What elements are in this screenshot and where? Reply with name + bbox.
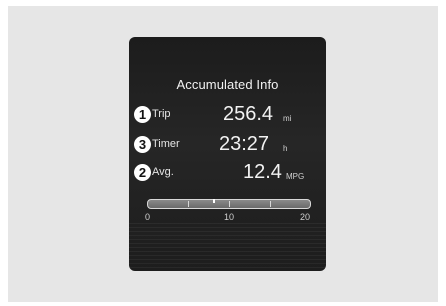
trip-label: Trip bbox=[152, 108, 171, 120]
timer-value: 23:27 bbox=[219, 133, 270, 155]
callout-badge-1: 1 bbox=[134, 106, 151, 123]
timer-unit: h bbox=[283, 144, 288, 153]
gauge-tick bbox=[229, 201, 230, 207]
screen-reflection bbox=[129, 223, 326, 271]
trip-value: 256.4 bbox=[223, 103, 274, 125]
callout-badge-3: 3 bbox=[134, 136, 151, 153]
gauge-needle bbox=[213, 199, 215, 203]
gauge-scale-mid: 10 bbox=[224, 212, 235, 222]
gauge-scale-max: 20 bbox=[300, 212, 311, 222]
trip-row: 1 Trip 256.4 mi bbox=[129, 103, 326, 127]
gauge-scale-min: 0 bbox=[145, 212, 151, 222]
avg-value: 12.4 bbox=[243, 161, 282, 183]
fuel-economy-gauge bbox=[147, 199, 311, 209]
instrument-cluster-display: Accumulated Info 1 Trip 256.4 mi 3 Timer… bbox=[129, 37, 326, 271]
gauge-tick bbox=[188, 201, 189, 207]
gauge-tick bbox=[270, 201, 271, 207]
screen-title: Accumulated Info bbox=[176, 77, 279, 92]
avg-unit: MPG bbox=[286, 172, 305, 181]
avg-row: 2 Avg. 12.4 MPG bbox=[129, 161, 326, 185]
trip-unit: mi bbox=[283, 114, 292, 123]
timer-row: 3 Timer 23:27 h bbox=[129, 133, 326, 157]
timer-label: Timer bbox=[152, 138, 180, 150]
avg-label: Avg. bbox=[152, 166, 174, 178]
callout-badge-2: 2 bbox=[134, 164, 151, 181]
